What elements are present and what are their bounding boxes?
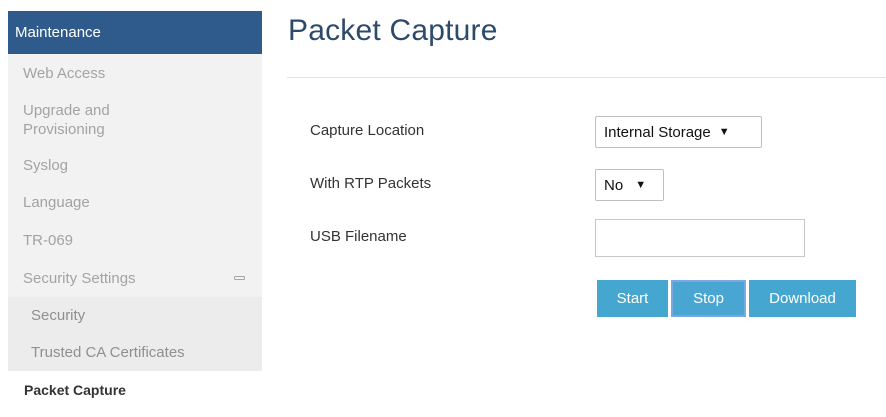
sidebar-item-tr069[interactable]: TR-069: [8, 221, 262, 259]
dropdown-arrow-icon: ▼: [635, 179, 647, 191]
rtp-packets-select[interactable]: No ▼: [595, 169, 664, 201]
sidebar-header-maintenance[interactable]: Maintenance: [8, 11, 262, 54]
sidebar-item-label: Language: [23, 193, 90, 211]
sidebar-item-web-access[interactable]: Web Access: [8, 54, 262, 92]
usb-filename-input[interactable]: [595, 219, 805, 257]
capture-location-select[interactable]: Internal Storage ▼: [595, 116, 762, 148]
start-button[interactable]: Start: [597, 280, 668, 317]
sidebar: Maintenance Web Access Upgrade and Provis…: [8, 11, 262, 407]
stop-button[interactable]: Stop: [671, 280, 746, 317]
rtp-packets-label: With RTP Packets: [310, 175, 432, 192]
sidebar-item-security-settings[interactable]: Security Settings: [8, 259, 262, 297]
dropdown-arrow-icon: ▼: [718, 126, 730, 138]
sidebar-item-language[interactable]: Language: [8, 183, 262, 221]
title-divider: [287, 77, 886, 78]
sidebar-sublist: Security Trusted CA Certificates: [8, 297, 262, 371]
sidebar-item-label: Web Access: [23, 64, 106, 82]
sidebar-item-upgrade-provisioning[interactable]: Upgrade and Provisioning: [8, 92, 262, 147]
rtp-packets-value: No: [604, 176, 624, 194]
sidebar-item-packet-capture[interactable]: Packet Capture: [8, 371, 262, 407]
sidebar-nav: Web Access Upgrade and Provisioning Syslo…: [8, 54, 262, 297]
sidebar-item-label: TR-069: [23, 231, 74, 249]
sidebar-item-syslog[interactable]: Syslog: [8, 147, 262, 183]
sidebar-item-label: Syslog: [23, 156, 69, 174]
sidebar-item-label: Security Settings: [23, 269, 136, 287]
capture-location-label: Capture Location: [310, 122, 425, 139]
usb-filename-label: USB Filename: [310, 228, 407, 245]
collapse-icon[interactable]: [234, 276, 245, 280]
page-title: Packet Capture: [288, 14, 498, 47]
sidebar-subitem-trusted-ca-certificates[interactable]: Trusted CA Certificates: [8, 334, 262, 371]
download-button[interactable]: Download: [749, 280, 856, 317]
sidebar-subitem-security[interactable]: Security: [8, 297, 262, 334]
sidebar-item-label: Upgrade and Provisioning: [23, 102, 110, 138]
capture-location-value: Internal Storage: [604, 123, 711, 141]
